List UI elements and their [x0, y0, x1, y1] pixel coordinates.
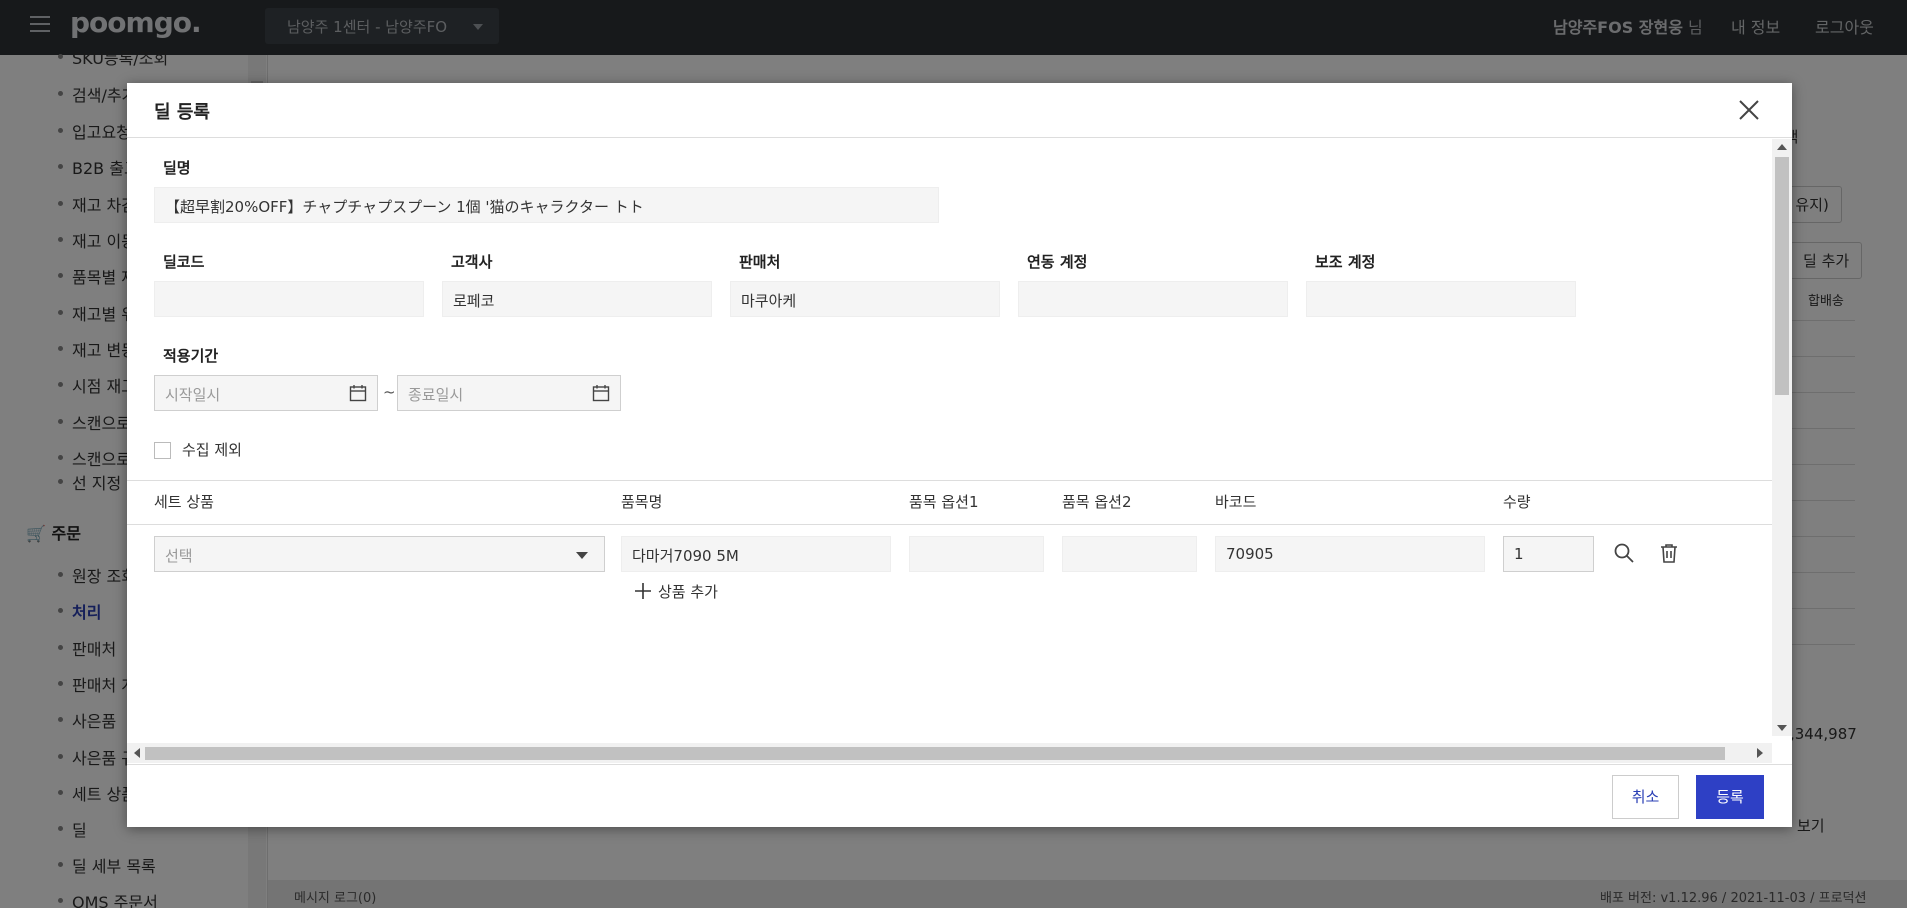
option2-field[interactable] [1062, 536, 1197, 572]
col-barcode: 바코드 [1215, 493, 1257, 511]
deal-name-label: 딜명 [163, 159, 191, 177]
option1-field[interactable] [909, 536, 1044, 572]
seller-field[interactable]: 마쿠아케 [730, 281, 1000, 317]
add-item-label: 상품 추가 [658, 583, 718, 601]
deal-code-label: 딜코드 [163, 253, 205, 271]
client-label: 고객사 [451, 253, 493, 271]
end-date-placeholder: 종료일시 [408, 386, 464, 404]
col-quantity: 수량 [1503, 493, 1531, 511]
cancel-button[interactable]: 취소 [1612, 775, 1679, 819]
calendar-icon[interactable] [349, 384, 367, 402]
add-item-button[interactable]: 상품 추가 [634, 581, 718, 602]
scroll-down-icon[interactable] [1777, 725, 1787, 731]
divider [127, 524, 1772, 525]
scroll-left-icon[interactable] [134, 748, 140, 758]
divider [127, 480, 1772, 481]
linked-account-field[interactable] [1018, 281, 1288, 317]
modal-vertical-scrollbar[interactable] [1772, 139, 1792, 736]
plus-icon [635, 583, 651, 599]
col-option2: 품목 옵션2 [1062, 493, 1132, 511]
trash-icon[interactable] [1658, 542, 1680, 564]
start-date-placeholder: 시작일시 [165, 386, 221, 404]
item-name-field[interactable]: 다마거7090 5M [621, 536, 891, 572]
scroll-right-icon[interactable] [1757, 748, 1763, 758]
deal-register-modal: 딜 등록 딜명 【超早割20%OFF】チャプチャプスプーン 1個 '猫のキャラク… [127, 83, 1792, 827]
modal-horizontal-scrollbar[interactable] [127, 743, 1772, 763]
end-date-field[interactable]: 종료일시 [397, 375, 621, 411]
set-product-select-value: 선택 [165, 547, 193, 565]
exclude-label: 수집 제외 [182, 441, 242, 459]
sub-account-label: 보조 계정 [1315, 253, 1376, 271]
period-tilde: ~ [383, 383, 396, 401]
col-item-name: 품목명 [621, 493, 663, 511]
col-set-product: 세트 상품 [154, 493, 214, 511]
set-product-select[interactable]: 선택 [154, 536, 605, 572]
submit-button[interactable]: 등록 [1696, 775, 1764, 819]
scroll-up-icon[interactable] [1777, 144, 1787, 150]
scrollbar-thumb[interactable] [145, 747, 1725, 760]
modal-header: 딜 등록 [127, 83, 1792, 138]
exclude-checkbox[interactable] [154, 442, 171, 459]
chevron-down-icon [576, 552, 588, 559]
sub-account-field[interactable] [1306, 281, 1576, 317]
deal-name-field[interactable]: 【超早割20%OFF】チャプチャプスプーン 1個 '猫のキャラクター トト [154, 187, 939, 223]
calendar-icon[interactable] [592, 384, 610, 402]
start-date-field[interactable]: 시작일시 [154, 375, 378, 411]
scrollbar-thumb[interactable] [1775, 157, 1789, 395]
quantity-field[interactable]: 1 [1503, 536, 1594, 572]
period-label: 적용기간 [163, 347, 219, 365]
linked-account-label: 연동 계정 [1027, 253, 1088, 271]
close-icon[interactable] [1734, 95, 1764, 125]
modal-body: 딜명 【超早割20%OFF】チャプチャプスプーン 1個 '猫のキャラクター トト… [127, 139, 1772, 736]
modal-title: 딜 등록 [154, 102, 210, 123]
search-icon[interactable] [1613, 542, 1635, 564]
deal-code-field[interactable] [154, 281, 424, 317]
col-option1: 품목 옵션1 [909, 493, 979, 511]
seller-label: 판매처 [739, 253, 781, 271]
barcode-field[interactable]: 70905 [1215, 536, 1485, 572]
client-field[interactable]: 로페코 [442, 281, 712, 317]
modal-footer: 취소 등록 [127, 764, 1792, 827]
